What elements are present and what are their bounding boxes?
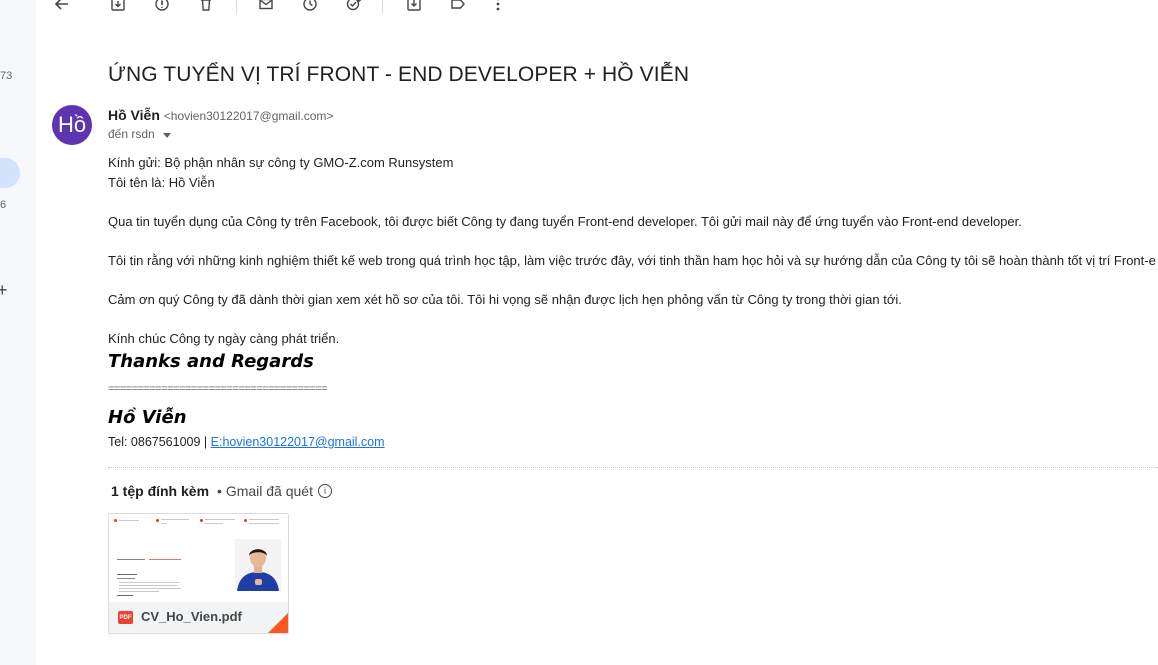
body-paragraph-2: Tôi tin rằng với những kinh nghiệm thiết… <box>108 253 1156 268</box>
preview-line <box>161 523 167 524</box>
left-rail: 73 6 + <box>0 0 36 665</box>
delete-icon[interactable] <box>196 0 216 14</box>
page-fold-icon <box>268 613 288 633</box>
avatar[interactable]: Hồ <box>52 105 92 145</box>
signature-phone: Tel: 0867561009 | <box>108 435 211 449</box>
archive-icon[interactable] <box>108 0 128 14</box>
toolbar-separator <box>236 0 237 14</box>
attachment-divider <box>108 467 1158 468</box>
body-paragraph-3: Cảm ơn quý Công ty đã dành thời gian xem… <box>108 292 902 307</box>
signature-name: Hồ Viễn <box>108 407 187 428</box>
chevron-down-icon[interactable] <box>162 132 171 138</box>
preview-line <box>119 591 159 592</box>
preview-line <box>117 578 135 579</box>
preview-line <box>117 559 145 560</box>
signature-divider: ===================================== <box>108 383 328 395</box>
signature-thanks: Thanks and Regards <box>108 351 314 372</box>
preview-bullet <box>156 519 159 522</box>
attachment-footer: PDF CV_Ho_Vien.pdf <box>109 602 288 633</box>
preview-line <box>249 523 279 524</box>
rail-count-top: 73 <box>0 70 13 82</box>
attachment-preview <box>109 514 288 602</box>
preview-bullet <box>244 519 247 522</box>
body-intro: Tôi tên là: Hồ Viễn <box>108 175 215 190</box>
preview-bullet <box>114 519 117 522</box>
move-to-icon[interactable] <box>404 0 424 14</box>
back-icon[interactable] <box>52 0 72 14</box>
preview-line <box>205 523 223 524</box>
preview-line <box>249 519 279 520</box>
preview-line <box>117 574 137 575</box>
sender-info: Hồ Viễn <hovien30122017@gmail.com> <box>108 107 333 123</box>
sender-email: <hovien30122017@gmail.com> <box>163 109 334 123</box>
preview-line <box>119 582 179 583</box>
signature-contact: Tel: 0867561009 | E:hovien30122017@gmail… <box>108 435 385 449</box>
more-icon[interactable] <box>488 0 508 14</box>
toolbar-separator <box>382 0 383 14</box>
preview-line <box>205 519 235 520</box>
attachment-filename: CV_Ho_Vien.pdf <box>141 609 242 624</box>
preview-line <box>149 559 181 560</box>
preview-line <box>119 585 177 586</box>
preview-line <box>119 520 139 521</box>
email-toolbar <box>36 0 1158 14</box>
info-icon[interactable]: i <box>317 484 332 498</box>
attachment-scan-status: • Gmail đã quét <box>217 483 313 499</box>
recipient-line: đến rsdn <box>108 127 171 141</box>
rail-add-icon[interactable]: + <box>0 280 8 301</box>
rail-active-pill[interactable] <box>0 158 20 188</box>
attachment-count: 1 tệp đính kèm <box>111 483 210 499</box>
rail-count-mid: 6 <box>0 199 7 211</box>
snooze-icon[interactable] <box>300 0 320 14</box>
pdf-file-icon: PDF <box>118 611 133 624</box>
sender-name[interactable]: Hồ Viễn <box>108 107 160 123</box>
add-task-icon[interactable] <box>344 0 364 14</box>
signature-email-link[interactable]: E:hovien30122017@gmail.com <box>211 435 385 449</box>
recipient-label: đến rsdn <box>108 127 155 141</box>
attachment-header: 1 tệp đính kèm • Gmail đã quét i <box>111 483 332 499</box>
label-icon[interactable] <box>448 0 468 14</box>
body-greeting: Kính gửi: Bộ phận nhân sự công ty GMO-Z.… <box>108 155 454 170</box>
body-closing: Kính chúc Công ty ngày càng phát triển. <box>108 331 340 346</box>
preview-line <box>117 595 133 596</box>
preview-line <box>161 519 189 520</box>
mark-unread-icon[interactable] <box>256 0 276 14</box>
preview-line <box>119 588 181 589</box>
email-subject: ỨNG TUYỂN VỊ TRÍ FRONT - END DEVELOPER +… <box>108 63 690 87</box>
body-paragraph-1: Qua tin tuyển dụng của Công ty trên Face… <box>108 214 1022 229</box>
report-spam-icon[interactable] <box>152 0 172 14</box>
profile-photo <box>235 539 281 591</box>
preview-bullet <box>200 519 203 522</box>
attachment-card[interactable]: PDF CV_Ho_Vien.pdf <box>108 513 289 634</box>
